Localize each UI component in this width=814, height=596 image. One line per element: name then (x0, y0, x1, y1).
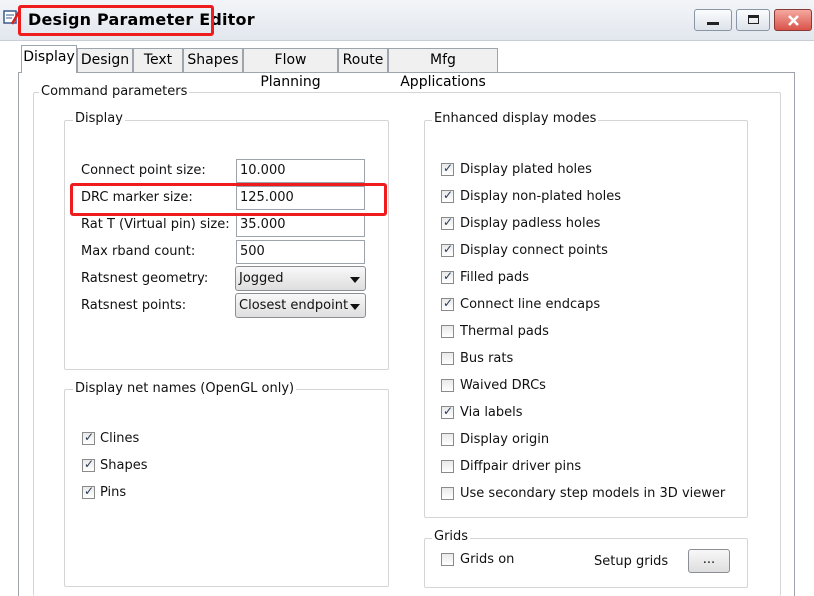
diffpair-driver-pins-checkbox[interactable] (441, 460, 454, 473)
bus-rats-label: Bus rats (460, 351, 514, 366)
display-connect-points-checkbox[interactable]: ✓ (441, 242, 454, 257)
minimize-icon (707, 22, 719, 25)
waived-drcs-label: Waived DRCs (460, 378, 546, 393)
display-plated-holes-label: Display plated holes (460, 162, 592, 177)
connect-line-endcaps-label: Connect line endcaps (460, 297, 601, 312)
tab-strip-divider (18, 72, 794, 73)
pins-checkbox[interactable]: ✓ (82, 484, 95, 499)
rat-t-size-label: Rat T (Virtual pin) size: (81, 217, 230, 232)
panel-left-border (18, 72, 19, 596)
check-icon: ✓ (84, 484, 95, 498)
tab-design[interactable]: Design (77, 48, 133, 72)
enhanced-display-group-label: Enhanced display modes (432, 111, 599, 126)
connect-point-size-field[interactable]: 10.000 (236, 159, 365, 183)
setup-grids-label: Setup grids (594, 554, 669, 569)
connect-line-endcaps-checkbox[interactable]: ✓ (441, 296, 454, 311)
rat-t-size-field[interactable]: 35.000 (236, 213, 365, 237)
display-padless-holes-label: Display padless holes (460, 216, 601, 231)
ratsnest-points-select[interactable]: Closest endpoint (235, 293, 366, 318)
check-icon: ✓ (443, 242, 454, 256)
command-parameters-label: Command parameters (39, 84, 190, 99)
tab-mfg-applications[interactable]: Mfg Applications (388, 48, 498, 90)
clines-label: Clines (100, 431, 140, 446)
use-secondary-step-models-in-3d-viewer-checkbox[interactable] (441, 487, 454, 500)
display-connect-points-label: Display connect points (460, 243, 608, 258)
ratsnest-geometry-label: Ratsnest geometry: (81, 271, 209, 286)
display-non-plated-holes-label: Display non-plated holes (460, 189, 622, 204)
diffpair-driver-pins-label: Diffpair driver pins (460, 459, 582, 474)
max-rband-count-field[interactable]: 500 (236, 240, 365, 264)
check-icon: ✓ (443, 215, 454, 229)
via-labels-checkbox[interactable]: ✓ (441, 404, 454, 419)
clines-checkbox[interactable]: ✓ (82, 430, 95, 445)
waived-drcs-checkbox[interactable] (441, 379, 454, 392)
tab-route[interactable]: Route (338, 48, 388, 72)
tab-text[interactable]: Text (133, 48, 183, 72)
max-rband-count-label: Max rband count: (81, 244, 196, 259)
display-padless-holes-checkbox[interactable]: ✓ (441, 215, 454, 230)
display-origin-label: Display origin (460, 432, 550, 447)
ratsnest-points-value: Closest endpoint (239, 298, 349, 313)
pins-label: Pins (100, 485, 127, 500)
display-group-label: Display (73, 111, 125, 126)
filled-pads-checkbox[interactable]: ✓ (441, 269, 454, 284)
tab-flow-planning[interactable]: Flow Planning (243, 48, 338, 90)
check-icon: ✓ (84, 457, 95, 471)
via-labels-label: Via labels (460, 405, 523, 420)
display-non-plated-holes-checkbox[interactable]: ✓ (441, 188, 454, 203)
tab-shapes[interactable]: Shapes (183, 48, 243, 72)
check-icon: ✓ (443, 161, 454, 175)
net-names-group-label: Display net names (OpenGL only) (73, 381, 297, 396)
tab-display[interactable]: Display (21, 45, 77, 73)
bus-rats-checkbox[interactable] (441, 352, 454, 365)
display-origin-checkbox[interactable] (441, 433, 454, 446)
close-icon (788, 15, 799, 26)
grids-on-label: Grids on (460, 552, 515, 567)
display-plated-holes-checkbox[interactable]: ✓ (441, 161, 454, 176)
drc-highlight-box (70, 183, 387, 216)
check-icon: ✓ (443, 269, 454, 283)
maximize-button[interactable] (736, 9, 770, 31)
thermal-pads-label: Thermal pads (460, 324, 549, 339)
ratsnest-geometry-select[interactable]: Jogged (235, 266, 366, 291)
maximize-icon (748, 15, 759, 24)
shapes-label: Shapes (100, 458, 148, 473)
check-icon: ✓ (443, 188, 454, 202)
ratsnest-points-label: Ratsnest points: (81, 298, 187, 313)
thermal-pads-checkbox[interactable] (441, 325, 454, 338)
setup-grids-button[interactable]: ... (688, 549, 730, 573)
chevron-down-icon (350, 277, 360, 283)
ratsnest-geometry-value: Jogged (239, 271, 284, 286)
close-button[interactable] (774, 9, 812, 31)
shapes-checkbox[interactable]: ✓ (82, 457, 95, 472)
connect-point-size-label: Connect point size: (81, 163, 206, 178)
check-icon: ✓ (443, 296, 454, 310)
check-icon: ✓ (84, 430, 95, 444)
minimize-button[interactable] (694, 9, 732, 31)
grids-on-checkbox[interactable] (441, 553, 454, 566)
title-highlight-box (18, 5, 214, 36)
chevron-down-icon (350, 304, 360, 310)
panel-right-border (794, 72, 795, 596)
grids-group-label: Grids (432, 529, 471, 544)
check-icon: ✓ (443, 404, 454, 418)
use-secondary-step-models-in-3d-viewer-label: Use secondary step models in 3D viewer (460, 486, 726, 501)
filled-pads-label: Filled pads (460, 270, 529, 285)
